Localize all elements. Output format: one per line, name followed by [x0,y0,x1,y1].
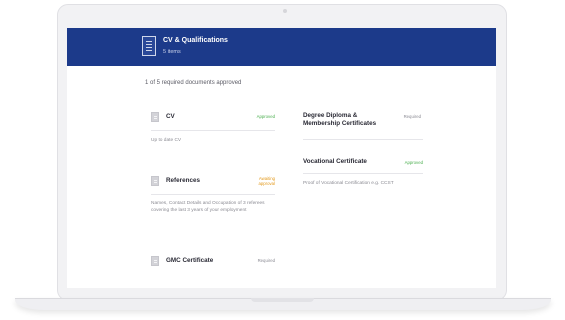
document-thumbnail-icon [151,112,159,122]
status-badge: Required [403,114,421,119]
card-divider [303,173,423,174]
status-badge: Awaiting approval [258,176,275,186]
page-title: CV & Qualifications [163,37,228,44]
card-divider [151,194,275,195]
page-header: CV & Qualifications 5 items [67,28,496,66]
laptop-base-notch [251,298,314,302]
status-badge: Approved [256,114,275,119]
card-title: GMC Certificate [166,257,214,264]
document-card-references[interactable]: References Awaiting approval Names, Cont… [151,176,275,236]
document-card-degree-diploma[interactable]: Degree Diploma & Membership Certificates… [303,112,423,144]
laptop-screen: CV & Qualifications 5 items 1 of 5 requi… [67,28,496,288]
document-card-vocational-certificate[interactable]: Vocational Certificate Approved Proof of… [303,158,423,196]
approval-status-text: 1 of 5 required documents approved [145,80,242,86]
camera-icon [283,9,287,13]
document-thumbnail-icon [151,176,159,186]
document-card-cv[interactable]: CV Approved Up to date CV [151,112,275,152]
card-title: Degree Diploma & Membership Certificates [303,112,377,127]
item-count: 5 items [163,49,181,55]
document-icon [142,36,156,56]
card-title: Vocational Certificate [303,158,367,165]
document-card-gmc-certificate[interactable]: GMC Certificate Required [151,256,275,276]
card-divider [303,139,423,140]
status-badge: Required [257,258,275,263]
card-divider [151,130,275,131]
card-description: Proof of Vocational Certification e.g. C… [303,181,394,186]
card-description: Names, Contact Details and Occupation of… [151,201,265,213]
card-title: References [166,177,200,184]
status-badge: Approved [404,160,423,165]
document-thumbnail-icon [151,256,159,266]
card-title: CV [166,113,175,120]
card-description: Up to date CV [151,138,182,143]
